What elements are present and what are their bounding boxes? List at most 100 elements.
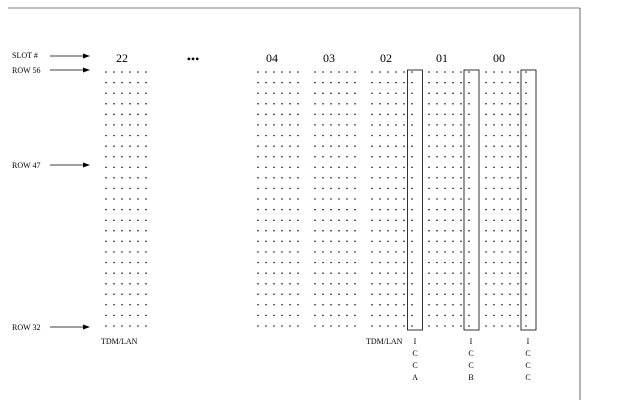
pin-dot [501,304,503,306]
pin-dot [273,187,275,190]
pin-dot [289,230,291,232]
pin-dot [509,282,511,285]
pin-dot [330,177,332,179]
pin-dot [460,134,462,137]
pin-dot [403,81,405,84]
pin-dot [145,251,147,253]
pin-dot [105,240,107,243]
pin-dot [129,314,131,317]
pin-dot [485,240,487,243]
pin-dot [121,261,123,264]
pin-dot [129,304,131,306]
pin-dot [485,219,487,221]
pin-dot [493,304,495,306]
pin-dot [444,134,446,137]
pin-dot [493,240,495,243]
pin-dot [257,145,259,147]
pin-dot [452,304,454,306]
pin-dot [395,81,397,84]
pin-dot [371,134,373,137]
pin-dot [137,293,139,296]
pin-dot [509,187,511,190]
pin-dot [468,103,470,105]
pin-dot [322,304,324,306]
pin-dot [403,145,405,147]
pin-dot [395,92,397,94]
pin-dot [493,282,495,285]
pin-dot [379,81,381,84]
pin-dot [113,81,115,84]
pin-dot [387,187,389,190]
pin-dot [403,124,405,126]
pin-dot [371,314,373,317]
pin-dot [330,71,332,73]
pin-dot [145,71,147,73]
pin-dot [428,134,430,137]
pin-dot [354,261,356,264]
icc-c-letter: C [525,373,530,382]
pin-dot [273,282,275,285]
pin-dot [105,92,107,94]
pin-dot [354,240,356,243]
icc-a-connector-box [407,69,423,331]
pin-dot [121,230,123,232]
pin-dot [273,71,275,73]
pin-dot [297,272,299,274]
pin-dot [485,187,487,190]
pin-dot [517,325,519,327]
pin-dot [517,240,519,243]
pin-dot [322,230,324,232]
pin-dot [145,240,147,243]
pin-dot [273,155,275,158]
pin-dot [485,166,487,169]
pin-dot [121,219,123,221]
pin-dot [145,103,147,105]
pin-dot [322,261,324,264]
pin-dot [444,124,446,126]
pin-dot [525,240,527,243]
pin-dot [137,304,139,306]
pin-dot [379,145,381,147]
pin-dot [105,187,107,190]
pin-dot [403,293,405,296]
pin-dot [460,261,462,264]
pin-dot [436,145,438,147]
pin-dot [468,124,470,126]
pin-dot [485,103,487,105]
pin-dot [444,304,446,306]
pin-dot [501,261,503,264]
pin-dot [265,177,267,179]
pin-dot [452,198,454,200]
pin-dot [485,81,487,84]
pin-dot [145,177,147,179]
pin-dot [121,166,123,169]
pin-dot [395,71,397,73]
pin-dot [379,166,381,169]
pin-dot [460,177,462,179]
pin-dot [493,166,495,169]
pin-dot [338,113,340,116]
pin-dot [297,155,299,158]
pin-dot [501,198,503,200]
pin-dot [273,134,275,137]
pin-dot [281,261,283,264]
pin-dot [105,230,107,232]
pin-dot [444,325,446,327]
pin-dot [468,325,470,327]
pin-dot [137,177,139,179]
pin-dot [517,187,519,190]
pin-dot [257,177,259,179]
pin-dot [403,166,405,169]
pin-dot [265,113,267,116]
pin-dot [289,71,291,73]
row-47-label: ROW 47 [12,161,41,170]
pin-dot [338,92,340,94]
pin-dot [281,219,283,221]
pin-dot [121,325,123,327]
pin-dot [338,134,340,137]
pin-dot [501,71,503,73]
pin-dot [501,325,503,327]
pin-dot [354,177,356,179]
pin-dot [403,219,405,221]
pin-dot [354,155,356,158]
